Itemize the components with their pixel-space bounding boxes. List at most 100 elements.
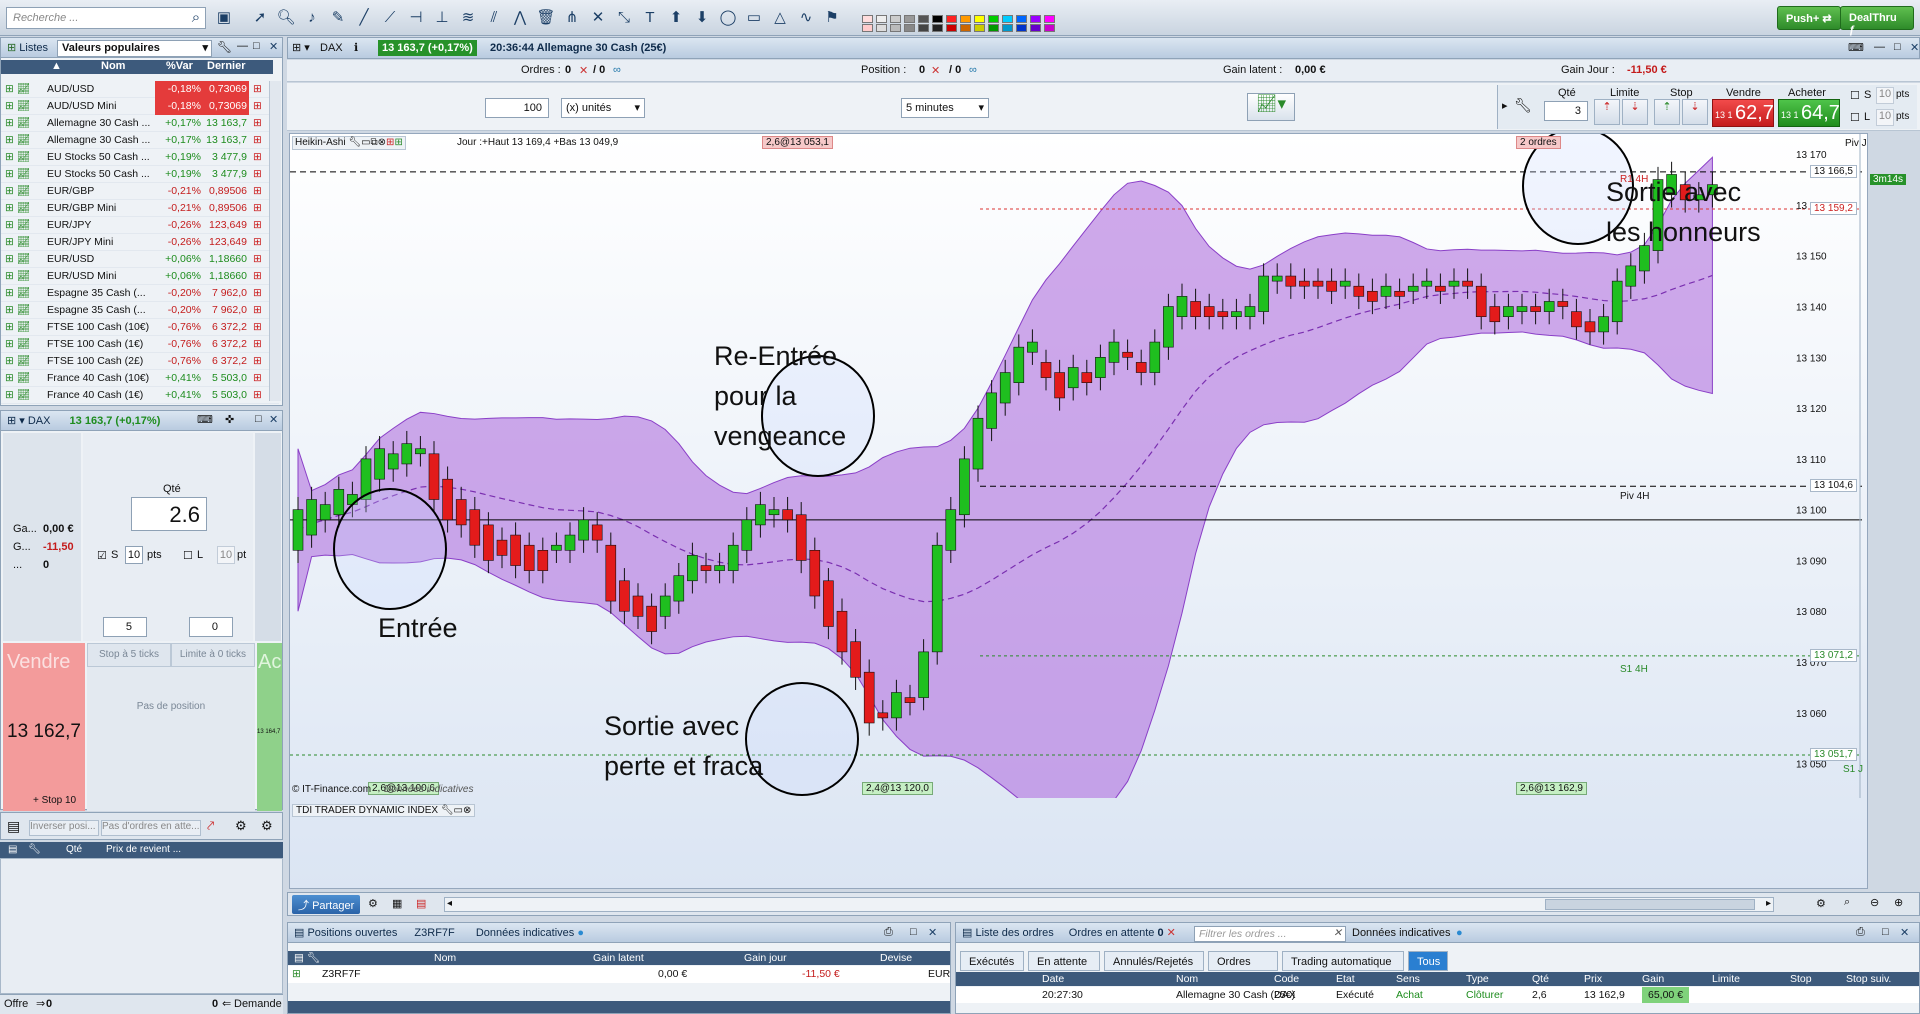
quick-qty-input[interactable]: 3: [1544, 101, 1588, 121]
quick-l-pts[interactable]: 10: [1876, 109, 1894, 126]
list-item[interactable]: ⊞ 📈︎ France 40 Cash (10€) +0,41% 5 503,0 ⊞: [1, 370, 279, 387]
list-item[interactable]: ⊞ 📈︎ FTSE 100 Cash (2£) -0,76% 6 372,2 ⊞: [1, 353, 279, 370]
quantity-input[interactable]: 100: [485, 98, 549, 118]
orders-col[interactable]: Limite: [1712, 972, 1740, 986]
dax-chevron-icon[interactable]: ⊞ ▾: [7, 415, 25, 427]
positions-row[interactable]: ⊞ Z3RF7F 0,00 € -11,50 € EUR: [288, 966, 950, 983]
list-item[interactable]: ⊞ 📈︎ Espagne 35 Cash (... -0,20% 7 962,0 ⊞: [1, 285, 279, 302]
orders-col[interactable]: Gain: [1642, 972, 1664, 986]
table-icon[interactable]: ▤: [7, 818, 20, 835]
trade-icon[interactable]: ⊞: [253, 183, 262, 200]
link-icon[interactable]: ∞: [613, 64, 621, 76]
stop-buy-button[interactable]: ⇡: [1654, 99, 1680, 125]
add-chart-icon[interactable]: ⊞ 📈︎: [5, 370, 30, 387]
share-button[interactable]: ⤴ Partager: [292, 895, 361, 914]
minimize-icon[interactable]: □: [255, 413, 262, 425]
measure-icon[interactable]: ⤡: [614, 8, 634, 28]
add-chart-icon[interactable]: ⊞ 📈︎: [5, 387, 30, 404]
trash-icon[interactable]: 🗑︎: [536, 8, 556, 28]
add-chart-icon[interactable]: ⊞ 📈︎: [5, 217, 30, 234]
wrench-icon[interactable]: 🔧︎: [217, 40, 232, 54]
stop-checkbox[interactable]: ☐: [1850, 89, 1860, 102]
window-icon[interactable]: ▭: [454, 805, 463, 816]
lists-tab-label[interactable]: Listes: [19, 42, 48, 54]
trade-icon[interactable]: ⊞: [253, 98, 262, 115]
close-icon[interactable]: ✕: [269, 40, 278, 53]
chart-scrollbar[interactable]: ◂ ▸: [444, 897, 1774, 912]
orders-col[interactable]: Nom: [1176, 972, 1198, 986]
indicator-icon[interactable]: ⚙: [368, 897, 378, 910]
add-chart-icon[interactable]: ⊞ 📈︎: [5, 319, 30, 336]
price-col[interactable]: Prix de revient ...: [106, 842, 181, 858]
dealthru-button[interactable]: DealThru ƒ: [1840, 6, 1914, 36]
tdi-label[interactable]: TDI TRADER DYNAMIC INDEX: [296, 805, 438, 816]
close-icon[interactable]: ✕: [1900, 926, 1909, 939]
limit-ticks-button[interactable]: Limite à 0 ticks: [171, 643, 255, 667]
maximize-icon[interactable]: □: [1882, 926, 1889, 938]
search-input[interactable]: Recherche ...: [6, 7, 206, 29]
list-item[interactable]: ⊞ 📈︎ France 40 Cash (1€) +0,41% 5 503,0 ⊞: [1, 387, 279, 404]
close-icon[interactable]: ⊗: [463, 805, 471, 816]
play-icon[interactable]: ▸: [1502, 99, 1508, 112]
timeframe-select[interactable]: 5 minutes ▾: [901, 98, 989, 118]
limit-checkbox[interactable]: ☐: [183, 549, 193, 562]
list-item[interactable]: ⊞ 📈︎ AUD/USD Mini -0,18% 0,73069 ⊞: [1, 98, 279, 115]
add-icon[interactable]: ⊞: [394, 137, 402, 148]
compare-icon[interactable]: ▤: [416, 897, 426, 910]
trade-icon[interactable]: ⊞: [253, 370, 262, 387]
trade-icon[interactable]: ⊞: [253, 285, 262, 302]
trade-icon[interactable]: ⊞: [253, 217, 262, 234]
add-chart-icon[interactable]: ⊞ 📈︎: [5, 200, 30, 217]
close-icon[interactable]: ✕: [928, 926, 937, 939]
pos-col-gain-latent[interactable]: Gain latent: [593, 951, 644, 965]
trade-icon[interactable]: ⊞: [253, 268, 262, 285]
template-icon[interactable]: ▦: [392, 897, 402, 910]
close-small-icon[interactable]: ✕: [931, 64, 940, 77]
trade-icon[interactable]: ⊞: [253, 132, 262, 149]
quick-s-pts[interactable]: 10: [1876, 87, 1894, 104]
color-palette[interactable]: [862, 6, 1112, 32]
settings-icon[interactable]: ⚙: [261, 818, 273, 834]
list-item[interactable]: ⊞ 📈︎ FTSE 100 Cash (10€) -0,76% 6 372,2 ⊞: [1, 319, 279, 336]
screen-icon[interactable]: ▣: [214, 8, 234, 28]
trade-icon[interactable]: ⊞: [253, 166, 262, 183]
fib-icon[interactable]: ≋: [458, 8, 478, 28]
push-button[interactable]: Push+ ⇄: [1777, 6, 1841, 30]
orders-col[interactable]: Stop suiv.: [1846, 972, 1891, 986]
add-chart-icon[interactable]: ⊞ 📈︎: [5, 285, 30, 302]
list-item[interactable]: ⊞ 📈︎ EUR/GBP Mini -0,21% 0,89506 ⊞: [1, 200, 279, 217]
orders-col[interactable]: Stop: [1790, 972, 1812, 986]
keyboard-icon[interactable]: ⌨: [197, 413, 213, 426]
qty-input[interactable]: 2.6: [131, 497, 207, 531]
orders-tab[interactable]: Ordres liés: [1208, 951, 1278, 988]
trendline-icon[interactable]: ⟋: [380, 8, 400, 28]
add-chart-icon[interactable]: ⊞ 📈︎: [5, 183, 30, 200]
col-last[interactable]: Dernier: [207, 60, 246, 72]
hline-icon[interactable]: ⊣: [406, 8, 426, 28]
orders-tab[interactable]: Trading automatique: [1282, 951, 1404, 971]
pos-col-devise[interactable]: Devise: [880, 951, 912, 965]
orders-col[interactable]: Prix: [1584, 972, 1602, 986]
orders-row[interactable]: 20:27:30 Allemagne 30 Cash (25€) DAX Exécut…: [956, 987, 1919, 1003]
trade-icon[interactable]: ⊞: [253, 149, 262, 166]
pos-col-nom[interactable]: Nom: [434, 951, 456, 965]
orders-col[interactable]: Sens: [1396, 972, 1420, 986]
maximize-icon[interactable]: □: [910, 926, 917, 938]
trade-icon[interactable]: ⊞: [253, 302, 262, 319]
add-chart-icon[interactable]: ⊞ 📈︎: [5, 336, 30, 353]
chart-line-icon[interactable]: ∿: [796, 8, 816, 28]
list-item[interactable]: ⊞ 📈︎ EU Stocks 50 Cash ... +0,19% 3 477,9 ⊞: [1, 149, 279, 166]
list-item[interactable]: ⊞ 📈︎ EUR/JPY -0,26% 123,649 ⊞: [1, 217, 279, 234]
orders-filter-input[interactable]: Filtrer les ordres ... ✕: [1194, 926, 1346, 942]
eraser-icon[interactable]: ✎: [328, 8, 348, 28]
orders-col[interactable]: Etat: [1336, 972, 1355, 986]
add-chart-icon[interactable]: ⊞ 📈︎: [5, 353, 30, 370]
pos-col-gain-jour[interactable]: Gain jour: [744, 951, 787, 965]
zoom-icon[interactable]: ⌕: [1844, 896, 1850, 909]
add-chart-icon[interactable]: ⊞ 📈︎: [5, 81, 30, 98]
settings-icon[interactable]: ⚙: [1816, 897, 1826, 910]
col-var[interactable]: %Var: [166, 60, 193, 72]
units-select[interactable]: (x) unités ▾: [561, 98, 645, 118]
limit-sell-button[interactable]: ⇣: [1622, 99, 1648, 125]
sell-button[interactable]: Vendre 13 162,7 + Stop 10: [3, 643, 85, 811]
